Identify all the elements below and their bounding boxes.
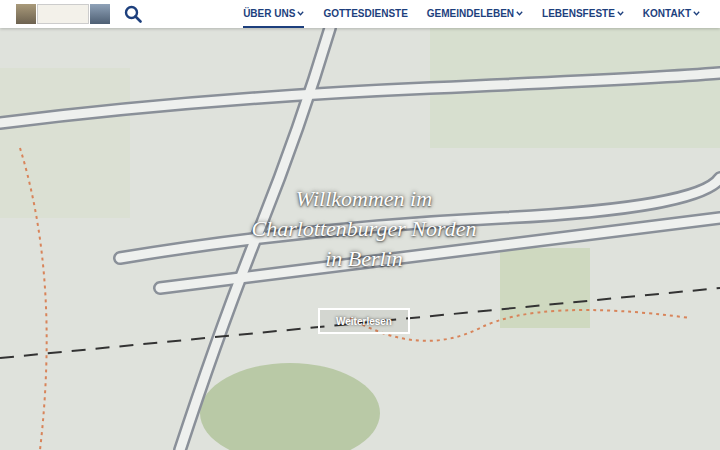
chevron-down-icon: [516, 11, 523, 16]
logo-panel: [90, 4, 110, 24]
logo[interactable]: [16, 4, 110, 24]
logo-panel: [16, 4, 36, 24]
hero-content: Willkommen imCharlottenburger Nordenin B…: [0, 28, 720, 334]
nav-item[interactable]: GEMEINDELEBEN: [427, 0, 523, 28]
page: ÜBER UNS GOTTESDIENSTE GEMEINDELEBEN LEB…: [0, 0, 720, 450]
chevron-down-icon: [297, 11, 304, 16]
hero-title: Willkommen imCharlottenburger Nordenin B…: [251, 184, 476, 274]
main-nav: ÜBER UNS GOTTESDIENSTE GEMEINDELEBEN LEB…: [243, 0, 700, 28]
nav-item[interactable]: ÜBER UNS: [243, 0, 304, 28]
logo-panel: [37, 4, 89, 24]
hero: Willkommen imCharlottenburger Nordenin B…: [0, 28, 720, 450]
nav-item[interactable]: GOTTESDIENSTE: [323, 0, 407, 28]
nav-item[interactable]: LEBENSFESTE: [542, 0, 624, 28]
top-bar: ÜBER UNS GOTTESDIENSTE GEMEINDELEBEN LEB…: [0, 0, 720, 28]
read-more-button[interactable]: Weiterlesen: [318, 308, 410, 334]
chevron-down-icon: [617, 11, 624, 16]
chevron-down-icon: [693, 11, 700, 16]
search-icon[interactable]: [124, 5, 142, 23]
nav-item[interactable]: KONTAKT: [643, 0, 700, 28]
